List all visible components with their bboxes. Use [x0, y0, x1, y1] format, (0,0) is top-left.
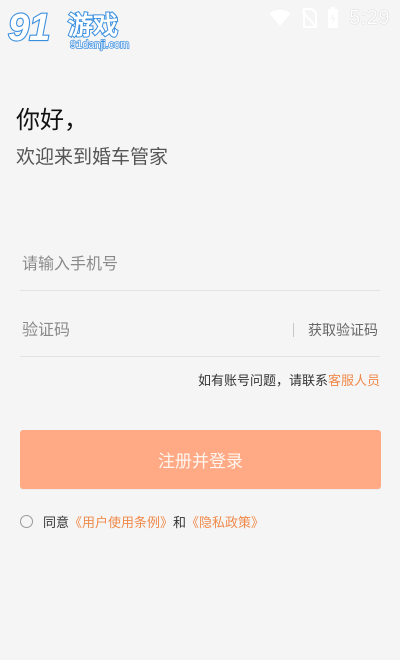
battery-icon	[328, 7, 339, 28]
agree-radio[interactable]	[20, 515, 33, 528]
no-sim-icon	[301, 8, 318, 28]
status-time: 5:29	[349, 6, 390, 29]
greeting-title: 你好，	[16, 106, 88, 134]
verification-code-input[interactable]	[20, 302, 282, 356]
field-divider	[293, 323, 294, 337]
logo-number: 91	[8, 7, 50, 49]
logo-domain: 91danji.com	[70, 39, 129, 51]
logo-text: 游戏	[68, 11, 118, 40]
register-login-button[interactable]: 注册并登录	[20, 430, 381, 489]
watermark-logo: 91 游戏 91danji.com	[7, 6, 130, 52]
site-watermark: 91 游戏 91danji.com	[6, 4, 138, 52]
phone-input[interactable]	[20, 236, 282, 290]
help-row: 如有账号问题，请联系客服人员	[198, 370, 380, 389]
and-text: 和	[173, 516, 187, 531]
phone-field	[20, 236, 380, 291]
privacy-policy-link[interactable]: 《隐私政策》	[186, 512, 264, 531]
user-terms-link[interactable]: 《用户使用条例》	[69, 512, 173, 531]
get-code-button[interactable]: 获取验证码	[308, 320, 378, 340]
agreement-row: 同意 《用户使用条例》 和 《隐私政策》	[20, 512, 264, 531]
welcome-subtitle: 欢迎来到婚车管家	[16, 146, 169, 168]
code-field: 获取验证码	[20, 302, 380, 357]
customer-service-link[interactable]: 客服人员	[328, 374, 380, 389]
agree-text: 同意	[43, 516, 70, 531]
wifi-icon	[269, 9, 291, 26]
help-text: 如有账号问题，请联系	[197, 374, 328, 389]
status-icons: 5:29	[269, 6, 390, 30]
